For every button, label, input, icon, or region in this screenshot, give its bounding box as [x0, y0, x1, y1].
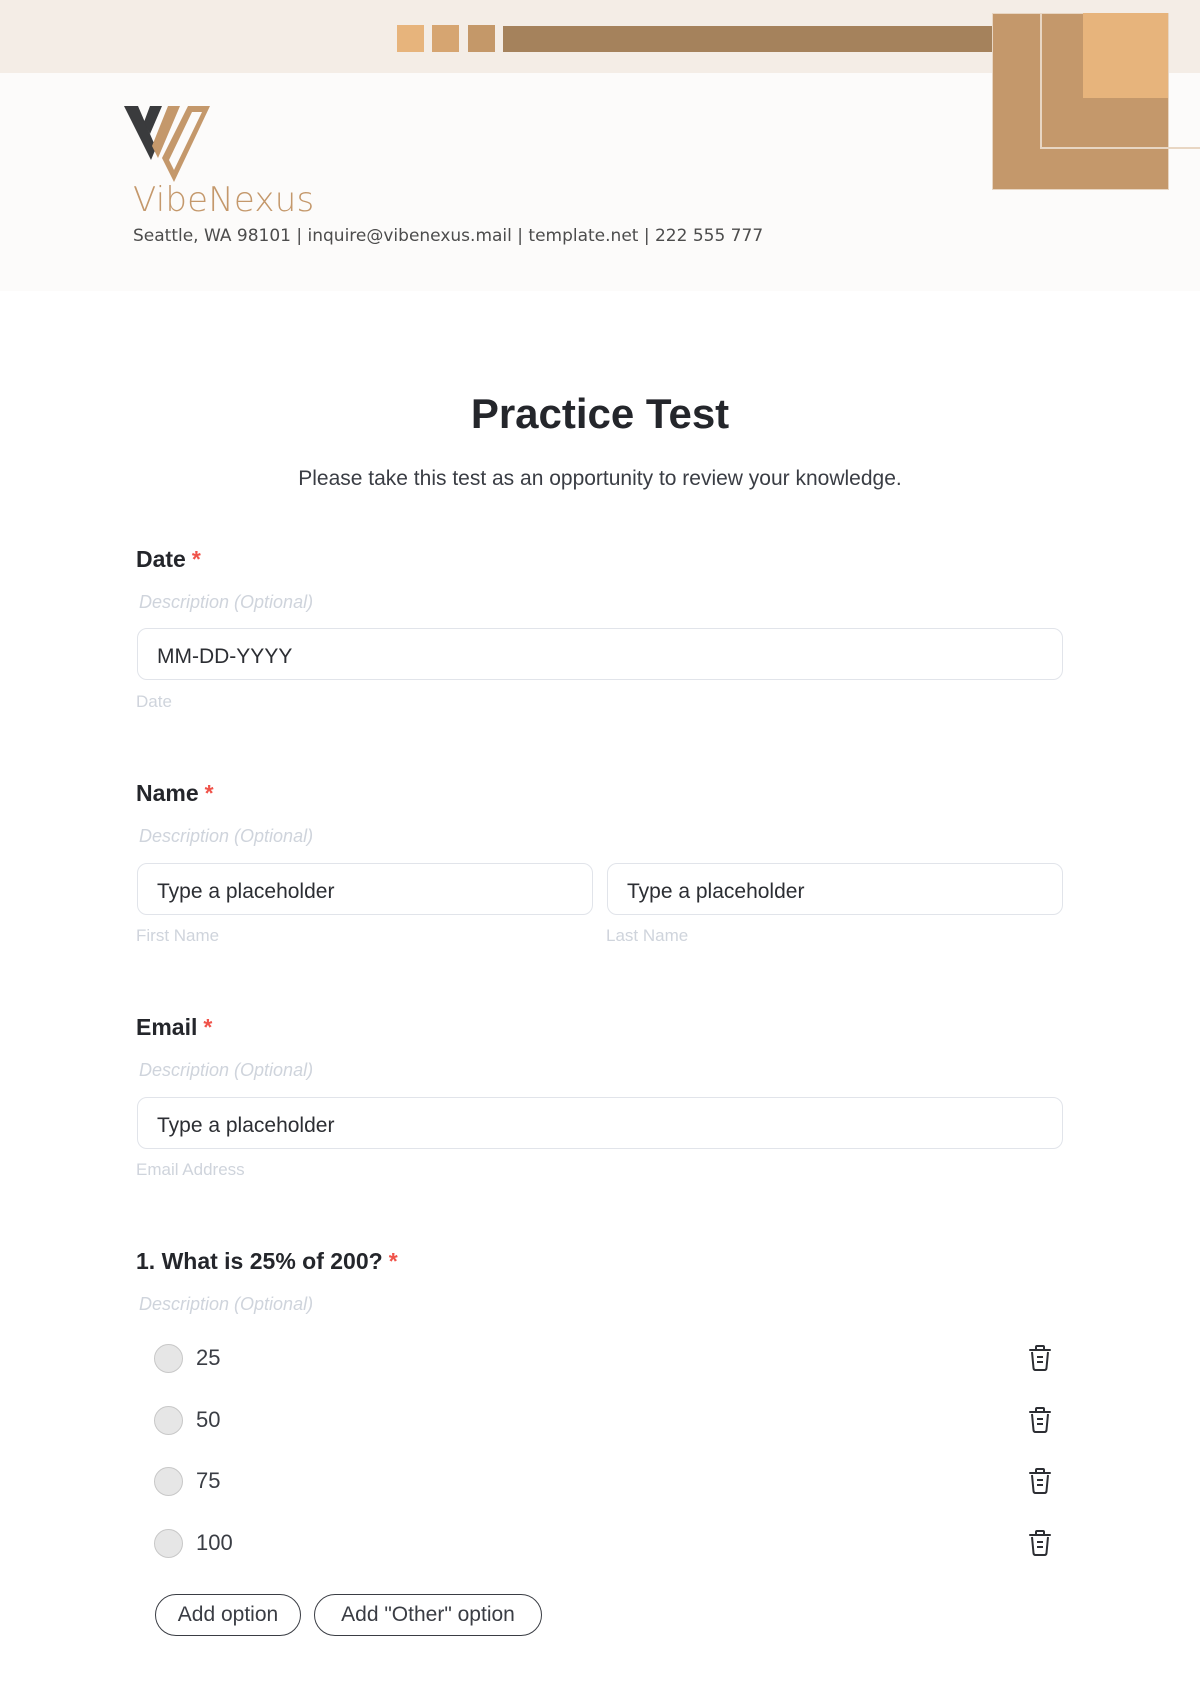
trash-icon[interactable] [1027, 1344, 1053, 1372]
email-description[interactable]: Description (Optional) [139, 1060, 313, 1081]
option-label[interactable]: 100 [196, 1530, 233, 1556]
option-row: 75 [154, 1465, 1054, 1497]
date-label-text: Date [136, 546, 186, 572]
option-label[interactable]: 50 [196, 1407, 220, 1433]
form-title: Practice Test [470, 390, 730, 437]
page-header: VibeNexus Seattle, WA 98101 | inquire@vi… [0, 0, 1200, 291]
radio-button[interactable] [154, 1343, 183, 1373]
option-row: 25 [154, 1342, 1054, 1374]
option-label[interactable]: 25 [196, 1345, 220, 1371]
radio-button[interactable] [154, 1466, 183, 1496]
name-label-text: Name [136, 780, 199, 806]
decor-square [432, 25, 459, 52]
required-asterisk: * [204, 780, 214, 806]
question-1-text: 1. What is 25% of 200? [136, 1248, 383, 1274]
form-subtitle: Please take this test as an opportunity … [298, 467, 902, 490]
option-label[interactable]: 75 [196, 1468, 220, 1494]
date-sublabel: Date [136, 692, 172, 711]
email-input[interactable]: Type a placeholder [137, 1097, 1063, 1149]
trash-icon[interactable] [1027, 1529, 1053, 1557]
name-field-label: Name * [136, 780, 214, 807]
email-field-label: Email * [136, 1014, 212, 1041]
trash-icon[interactable] [1027, 1467, 1053, 1495]
date-field-label: Date * [136, 546, 201, 573]
trash-icon[interactable] [1027, 1406, 1053, 1434]
contact-info: Seattle, WA 98101 | inquire@vibenexus.ma… [133, 226, 764, 246]
decor-square [397, 25, 424, 52]
brand-name: VibeNexus [133, 180, 315, 220]
required-asterisk: * [191, 546, 201, 572]
option-row: 100 [154, 1527, 1054, 1559]
radio-button[interactable] [154, 1405, 183, 1435]
question-1-description[interactable]: Description (Optional) [139, 1294, 313, 1315]
email-sublabel: Email Address [136, 1160, 245, 1179]
last-name-sublabel: Last Name [606, 926, 689, 945]
radio-button[interactable] [154, 1528, 183, 1558]
brand-logo-icon [124, 106, 210, 182]
add-option-button[interactable]: Add option [155, 1594, 301, 1636]
decor-bar [503, 26, 993, 52]
decor-square [468, 25, 495, 52]
required-asterisk: * [388, 1248, 398, 1274]
add-other-option-button[interactable]: Add "Other" option [314, 1594, 542, 1636]
required-asterisk: * [203, 1014, 213, 1040]
first-name-sublabel: First Name [136, 926, 220, 945]
email-label-text: Email [136, 1014, 198, 1040]
name-description[interactable]: Description (Optional) [139, 826, 313, 847]
option-row: 50 [154, 1404, 1054, 1436]
last-name-input[interactable]: Type a placeholder [607, 863, 1063, 915]
question-1-label: 1. What is 25% of 200? * [136, 1248, 398, 1275]
first-name-input[interactable]: Type a placeholder [137, 863, 593, 915]
date-description[interactable]: Description (Optional) [139, 592, 313, 613]
date-input[interactable]: MM-DD-YYYY [137, 628, 1063, 680]
decor-outline [1040, 13, 1200, 149]
